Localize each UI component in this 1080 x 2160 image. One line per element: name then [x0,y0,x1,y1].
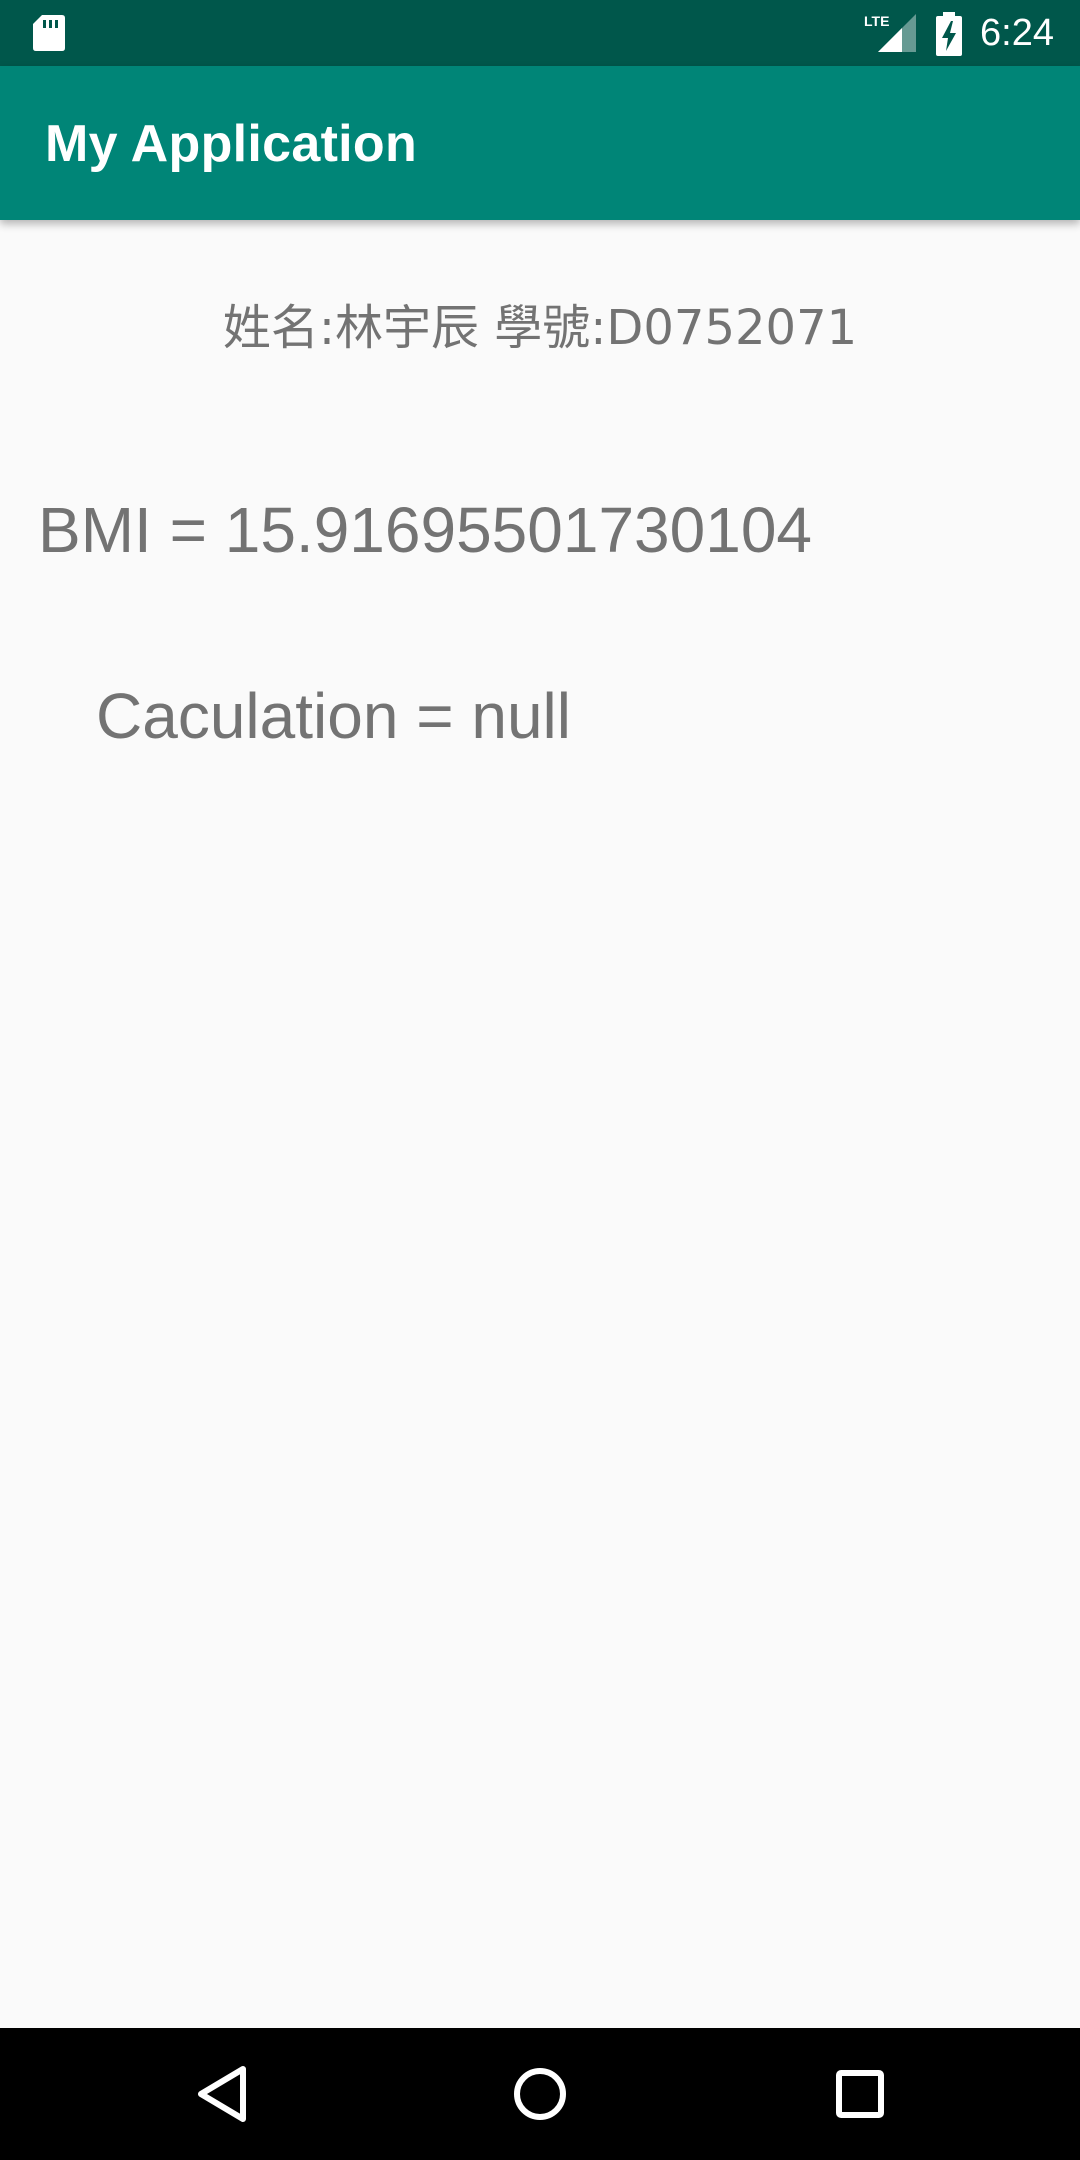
lte-signal-icon: LTE [864,13,916,52]
recent-apps-icon [836,2070,884,2118]
status-bar: LTE 6:24 [0,0,1080,66]
app-bar: My Application [0,66,1080,220]
student-info-text: 姓名:林宇辰 學號:D0752071 [222,300,858,356]
screen: LTE 6:24 My Application 姓名:林宇辰 學號:D07520… [0,0,1080,2160]
calculation-result-text: Caculation = null [96,680,571,752]
home-icon [514,2068,566,2120]
sd-card-icon [33,15,65,51]
back-button[interactable] [182,2054,262,2134]
home-button[interactable] [500,2054,580,2134]
lte-label: LTE [864,13,889,29]
main-content: 姓名:林宇辰 學號:D0752071 BMI = 15.916955017301… [0,220,1080,2028]
back-icon [198,2066,246,2122]
bmi-result-text: BMI = 15.91695501730104 [38,494,812,566]
status-bar-clock: 6:24 [980,12,1054,54]
recent-apps-button[interactable] [820,2054,900,2134]
app-title: My Application [45,115,418,173]
navigation-bar [0,2028,1080,2160]
battery-charging-icon [936,12,962,56]
